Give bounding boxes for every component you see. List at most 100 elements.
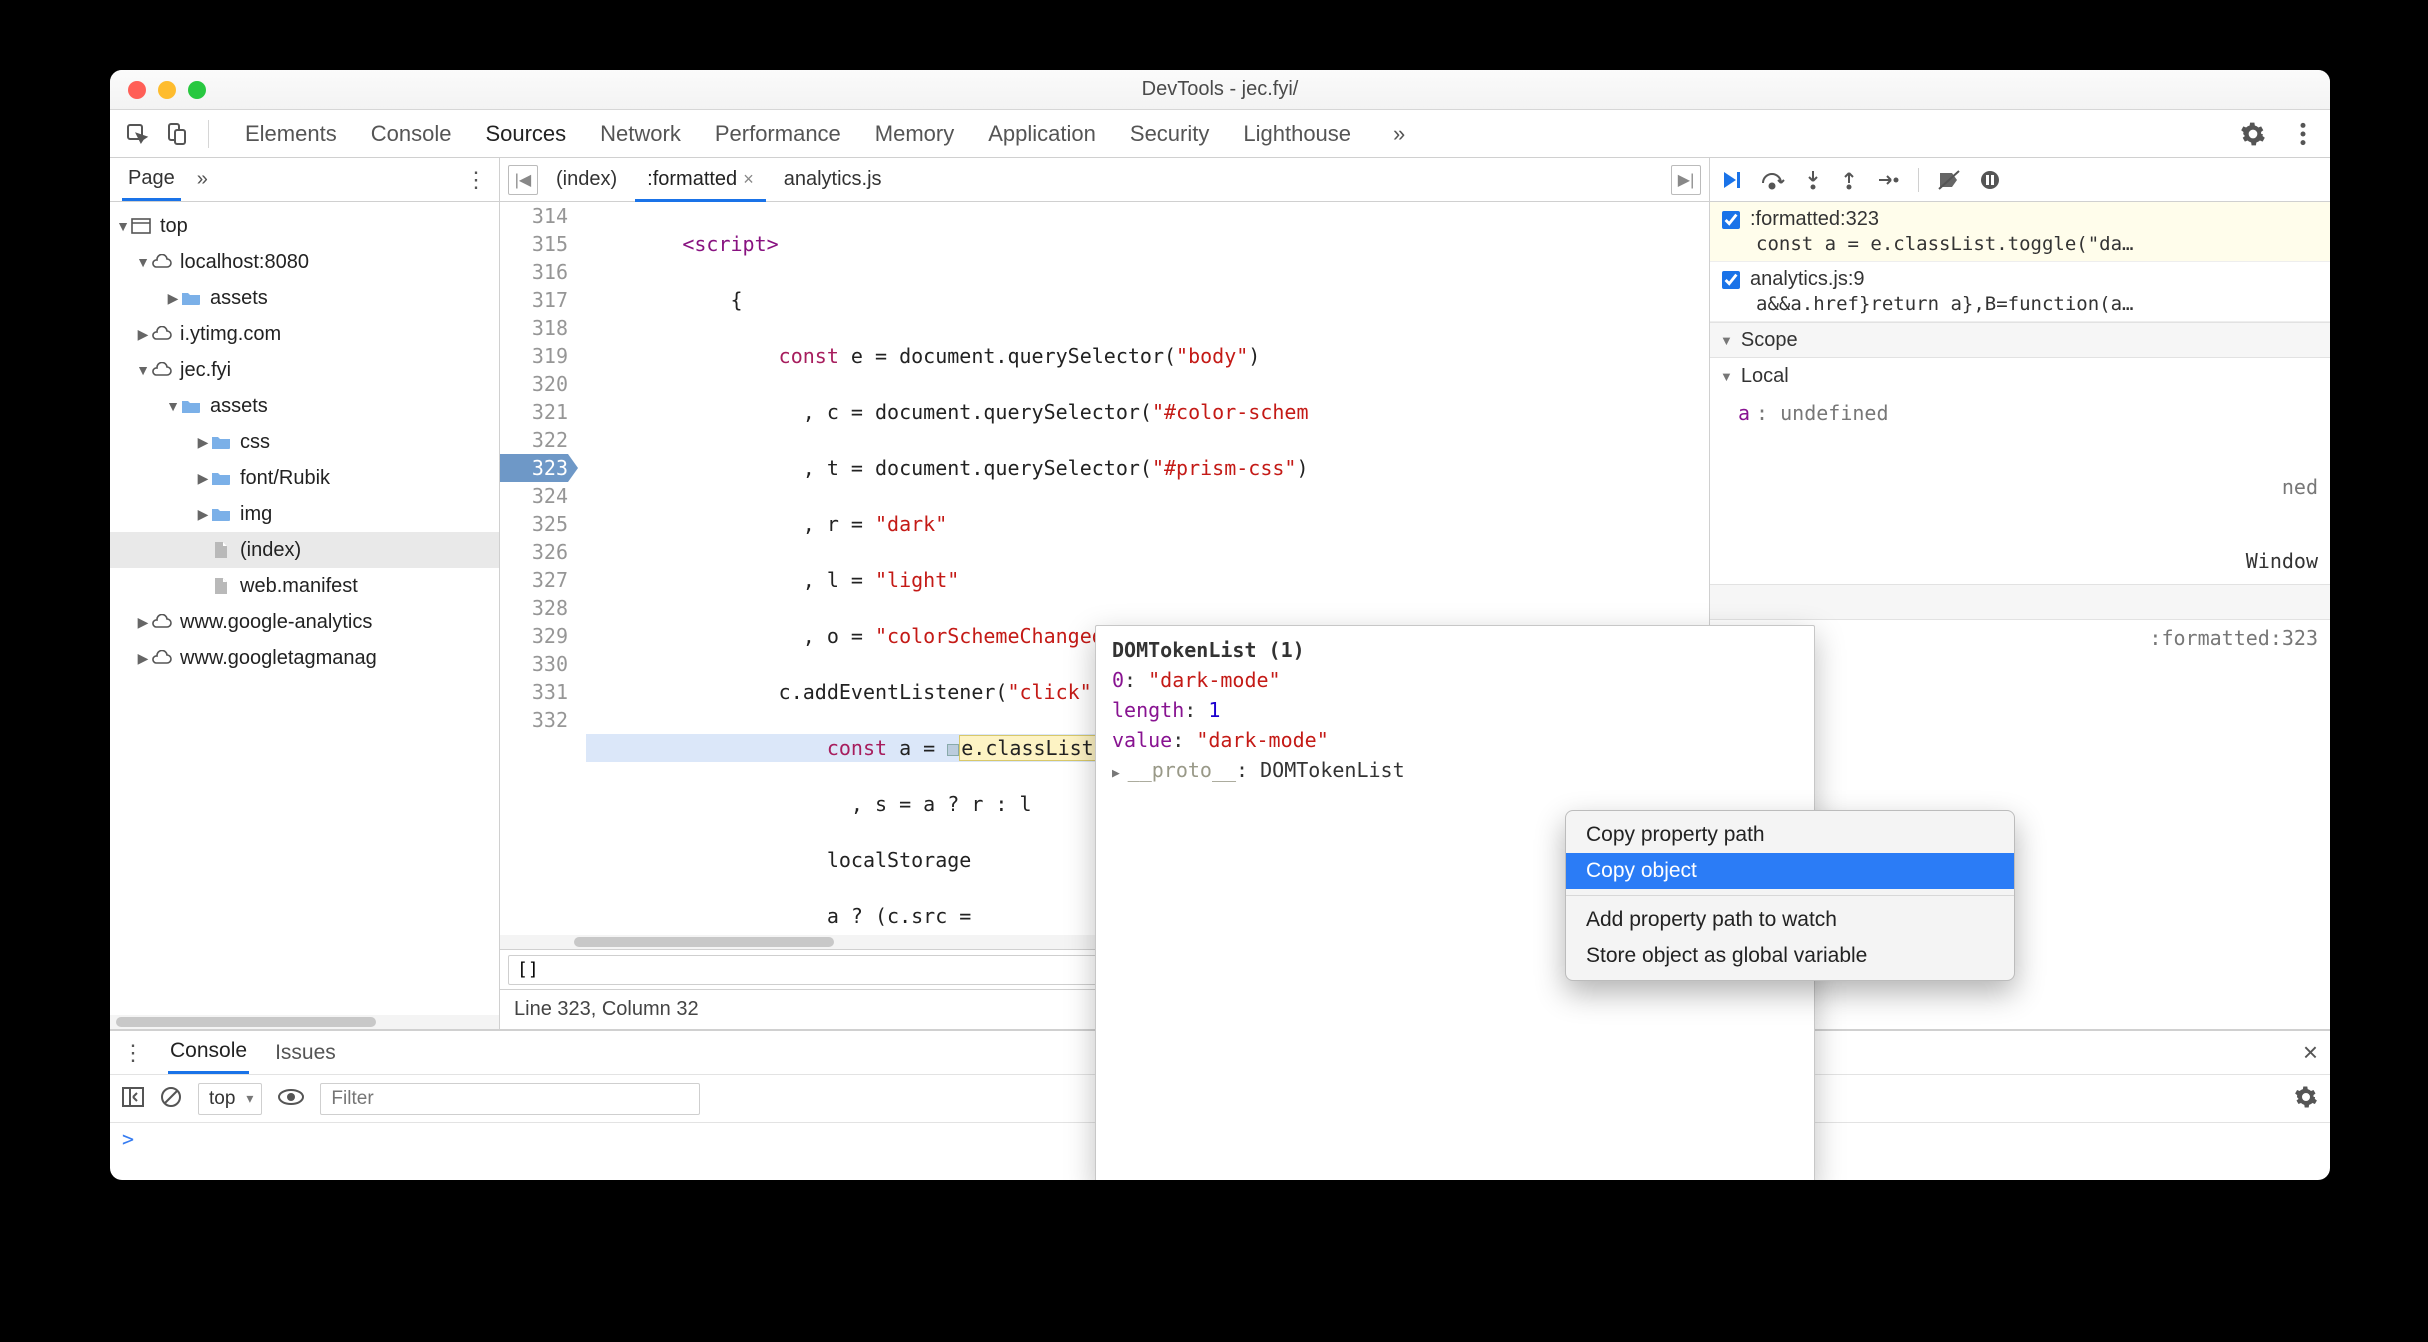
page-tab[interactable]: Page (122, 159, 181, 201)
menu-store-global[interactable]: Store object as global variable (1566, 938, 2014, 974)
toolbar-separator (208, 120, 209, 148)
tree-label: assets (210, 395, 268, 418)
scope-window[interactable]: Window (1738, 546, 2318, 576)
titlebar: DevTools - jec.fyi/ (110, 70, 2330, 110)
sidebar-menu-icon[interactable]: ⋮ (465, 167, 487, 193)
device-icon[interactable] (162, 119, 192, 149)
file-icon (210, 577, 232, 595)
tree-localhost-assets[interactable]: ▶assets (110, 280, 499, 316)
popover-row[interactable]: value: "dark-mode" (1112, 728, 1798, 758)
bp-label: :formatted:323 (1750, 208, 1879, 231)
tab-lighthouse[interactable]: Lighthouse (1243, 121, 1351, 147)
bp-checkbox[interactable] (1722, 271, 1740, 289)
object-marker-icon[interactable] (947, 744, 959, 756)
context-menu: Copy property path Copy object Add prope… (1565, 810, 2015, 981)
more-sidebar-tabs-icon[interactable]: » (197, 168, 208, 191)
cloud-icon (150, 362, 172, 378)
tree-gtm[interactable]: ▶www.googletagmanag (110, 640, 499, 676)
deactivate-bp-icon[interactable] (1937, 169, 1961, 191)
tree-manifest[interactable]: web.manifest (110, 568, 499, 604)
tree-ytimg[interactable]: ▶i.ytimg.com (110, 316, 499, 352)
file-tab-analytics[interactable]: analytics.js (772, 160, 894, 199)
cloud-icon (150, 650, 172, 666)
frame-icon (130, 218, 152, 234)
drawer-tab-issues[interactable]: Issues (273, 1033, 338, 1073)
settings-gear-icon[interactable] (2238, 119, 2268, 149)
file-tab-index[interactable]: (index) (544, 160, 629, 199)
tree-css[interactable]: ▶css (110, 424, 499, 460)
resume-icon[interactable] (1720, 169, 1742, 191)
popover-row[interactable]: length: 1 (1112, 698, 1798, 728)
tree-font[interactable]: ▶font/Rubik (110, 460, 499, 496)
close-tab-icon[interactable]: × (743, 169, 754, 189)
nav-forward-icon[interactable]: ▶| (1671, 165, 1701, 195)
nav-back-icon[interactable]: |◀ (508, 165, 538, 195)
pause-exceptions-icon[interactable] (1979, 169, 2001, 191)
context-selector[interactable]: top (198, 1083, 262, 1115)
tree-img[interactable]: ▶img (110, 496, 499, 532)
step-into-icon[interactable] (1804, 169, 1822, 191)
drawer-close-icon[interactable]: × (2303, 1037, 2318, 1068)
tab-security[interactable]: Security (1130, 121, 1209, 147)
more-tabs-icon[interactable]: » (1393, 121, 1405, 147)
debugger-toolbar (1710, 158, 2330, 202)
bp-checkbox[interactable] (1722, 211, 1740, 229)
step-out-icon[interactable] (1840, 169, 1858, 191)
line-gutter[interactable]: 3143153163173183193203213223233243253263… (500, 202, 578, 935)
tree-localhost[interactable]: ▼localhost:8080 (110, 244, 499, 280)
popover-proto[interactable]: ▶ __proto__: DOMTokenList (1112, 758, 1798, 788)
tab-memory[interactable]: Memory (875, 121, 954, 147)
tree-jecfyi[interactable]: ▼jec.fyi (110, 352, 499, 388)
scope-header[interactable]: ▼Scope (1710, 322, 2330, 358)
file-tab-formatted[interactable]: :formatted× (635, 160, 766, 199)
callstack-section[interactable] (1710, 584, 2330, 620)
sidebar-hscrollbar[interactable] (110, 1015, 499, 1029)
scope-local-body: a: undefined ned Window (1710, 394, 2330, 584)
tab-console[interactable]: Console (371, 121, 452, 147)
step-over-icon[interactable] (1760, 169, 1786, 191)
console-filter-input[interactable] (320, 1083, 700, 1115)
tree-jec-assets[interactable]: ▼assets (110, 388, 499, 424)
drawer-menu-icon[interactable]: ⋮ (122, 1040, 144, 1066)
step-icon[interactable] (1876, 169, 1900, 191)
menu-add-watch[interactable]: Add property path to watch (1566, 902, 2014, 938)
inspect-icon[interactable] (122, 119, 152, 149)
tree-label: www.googletagmanag (180, 647, 377, 670)
breakpoint-item-2[interactable]: analytics.js:9 a&&a.href}return a},B=fun… (1710, 262, 2330, 322)
tree-label: web.manifest (240, 575, 358, 598)
popover-row[interactable]: 0: "dark-mode" (1112, 668, 1798, 698)
tab-elements[interactable]: Elements (245, 121, 337, 147)
bp-code: const a = e.classList.toggle("da… (1756, 233, 2318, 255)
drawer-tab-console[interactable]: Console (168, 1031, 249, 1074)
menu-copy-property-path[interactable]: Copy property path (1566, 817, 2014, 853)
breakpoint-item-1[interactable]: :formatted:323 const a = e.classList.tog… (1710, 202, 2330, 262)
toolbar-right (2238, 119, 2318, 149)
scope-spacer (1738, 502, 2318, 546)
live-expr-icon[interactable] (278, 1088, 304, 1109)
tree-index[interactable]: (index) (110, 532, 499, 568)
scope-var-ned[interactable]: ned (1738, 472, 2318, 502)
menu-copy-object[interactable]: Copy object (1566, 853, 2014, 889)
scope-var-a[interactable]: a: undefined (1738, 398, 2318, 428)
navigator-sidebar: Page » ⋮ ▼top ▼localhost:8080 ▶assets ▶i… (110, 158, 500, 1029)
scope-local-header[interactable]: ▼Local (1710, 358, 2330, 394)
tree-label: i.ytimg.com (180, 323, 281, 346)
devtools-window: DevTools - jec.fyi/ Elements Console Sou… (110, 70, 2330, 1180)
folder-icon (210, 506, 232, 522)
tab-network[interactable]: Network (600, 121, 681, 147)
tab-performance[interactable]: Performance (715, 121, 841, 147)
tab-sources[interactable]: Sources (485, 121, 566, 147)
tree-label: www.google-analytics (180, 611, 372, 634)
tree-ga[interactable]: ▶www.google-analytics (110, 604, 499, 640)
console-settings-icon[interactable] (2294, 1085, 2318, 1112)
scope-var-truncated (1738, 428, 2318, 472)
console-sidebar-icon[interactable] (122, 1087, 144, 1110)
clear-console-icon[interactable] (160, 1086, 182, 1111)
file-tree[interactable]: ▼top ▼localhost:8080 ▶assets ▶i.ytimg.co… (110, 202, 499, 1015)
tab-application[interactable]: Application (988, 121, 1096, 147)
bp-label: analytics.js:9 (1750, 268, 1865, 291)
kebab-menu-icon[interactable] (2288, 119, 2318, 149)
tree-top[interactable]: ▼top (110, 208, 499, 244)
tree-label: top (160, 215, 188, 238)
tree-label: img (240, 503, 272, 526)
